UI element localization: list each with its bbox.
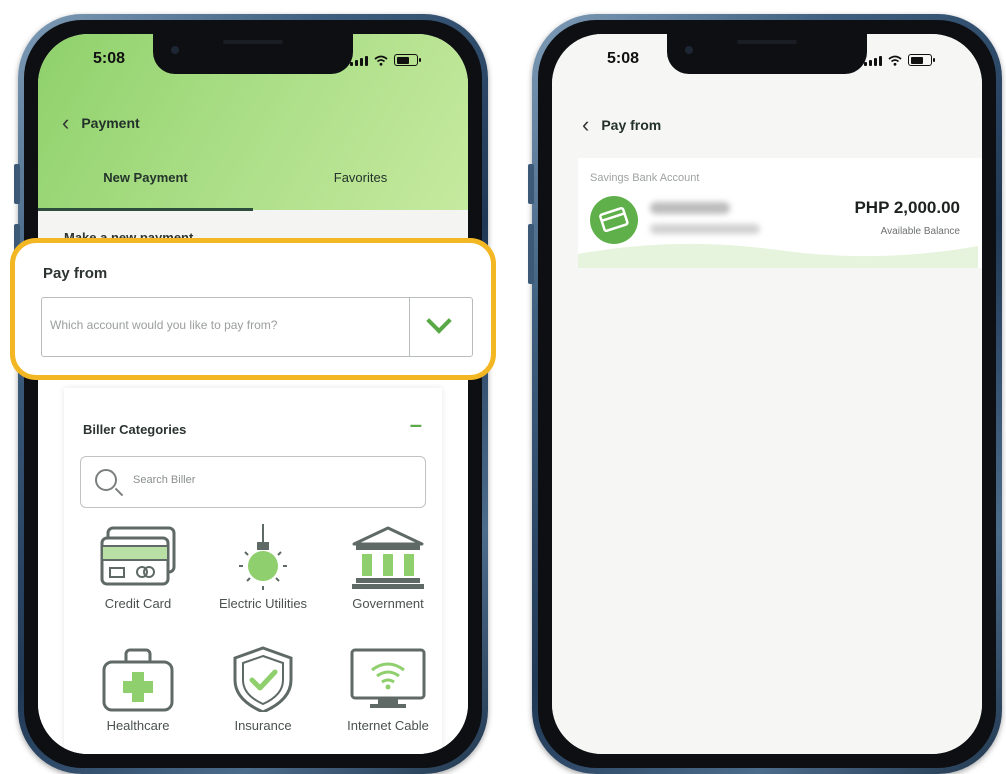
pay-from-screen: 5:08 ‹ Pay from Savings Bank Account PHP… (552, 34, 982, 754)
back-arrow-icon[interactable]: ‹ (582, 114, 589, 136)
pay-from-dropdown-button[interactable] (409, 298, 472, 356)
monitor-wifi-icon (350, 648, 426, 708)
left-phone: 5:08 ‹ Payment New Payment Favorites Bil… (14, 14, 488, 774)
cellular-signal-icon (864, 56, 882, 66)
page-title: Pay from (601, 117, 662, 133)
collapse-button[interactable]: – (410, 412, 422, 438)
phone-bezel: 5:08 ‹ Pay from Savings Bank Account PHP… (538, 20, 996, 768)
account-type: Savings Bank Account (590, 172, 700, 184)
nav-bar: ‹ Payment (62, 112, 140, 134)
screen-background (552, 34, 982, 754)
category-government[interactable]: Government (328, 524, 448, 611)
pay-from-highlight: Pay from Which account would you like to… (10, 238, 496, 380)
government-building-icon (352, 526, 424, 589)
payment-tabs: New Payment Favorites (38, 160, 468, 211)
account-card[interactable]: Savings Bank Account PHP 2,000.00 Availa… (578, 158, 982, 268)
category-internet-cable[interactable]: Internet Cable (328, 646, 448, 733)
category-credit-card[interactable]: Credit Card (78, 524, 198, 611)
status-time: 5:08 (607, 50, 640, 67)
page-title: Payment (81, 115, 140, 131)
light-bulb-icon (239, 524, 287, 590)
category-label: Healthcare (106, 718, 170, 733)
phone-notch (667, 34, 867, 74)
cellular-signal-icon (350, 56, 368, 66)
tab-favorites[interactable]: Favorites (253, 160, 468, 210)
category-healthcare[interactable]: Healthcare (78, 646, 198, 733)
back-arrow-icon[interactable]: ‹ (62, 112, 69, 134)
pay-from-label: Pay from (43, 265, 108, 282)
shield-check-icon (233, 646, 293, 712)
status-time: 5:08 (93, 50, 126, 67)
account-name-redacted (650, 202, 730, 214)
phone-notch (153, 34, 353, 74)
wifi-icon (374, 55, 388, 66)
medical-kit-icon (102, 648, 174, 712)
card-wave-decoration (578, 243, 978, 268)
account-balance: PHP 2,000.00 (854, 198, 960, 217)
credit-card-icon (100, 526, 176, 586)
category-label: Electric Utilities (218, 596, 308, 611)
tab-new-payment[interactable]: New Payment (38, 160, 253, 211)
search-placeholder: Search Biller (133, 474, 196, 486)
pay-from-placeholder: Which account would you like to pay from… (50, 318, 278, 332)
search-icon (95, 469, 117, 491)
search-biller-input[interactable]: Search Biller (80, 456, 426, 508)
category-label: Credit Card (104, 596, 172, 611)
nav-bar: ‹ Pay from (582, 114, 661, 136)
battery-icon (908, 54, 935, 66)
category-label: Internet Cable (347, 718, 429, 733)
payment-screen: 5:08 ‹ Payment New Payment Favorites Bil… (38, 34, 468, 754)
biller-categories-title: Biller Categories (83, 422, 187, 437)
category-label: Insurance (234, 718, 292, 733)
battery-icon (394, 54, 421, 66)
category-label: Government (352, 596, 424, 611)
phone-volume-button (528, 224, 534, 284)
chevron-down-icon (426, 308, 452, 334)
wifi-icon (888, 55, 902, 66)
phone-volume-button (528, 164, 534, 204)
pay-from-select[interactable]: Which account would you like to pay from… (41, 297, 473, 357)
phone-bezel: 5:08 ‹ Payment New Payment Favorites Bil… (24, 20, 482, 768)
category-insurance[interactable]: Insurance (203, 646, 323, 733)
category-electric-utilities[interactable]: Electric Utilities (203, 524, 323, 611)
phone-volume-button (14, 164, 20, 204)
right-phone: 5:08 ‹ Pay from Savings Bank Account PHP… (528, 14, 1002, 774)
